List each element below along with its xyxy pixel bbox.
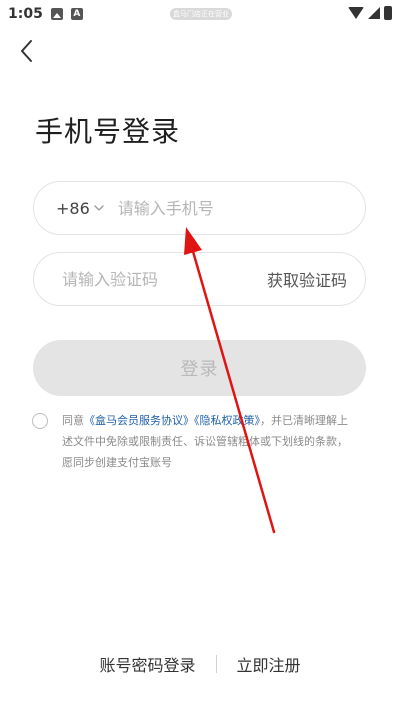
agree-checkbox[interactable] [32, 413, 48, 429]
image-icon [50, 8, 63, 20]
country-code-label: +86 [56, 198, 90, 218]
login-button[interactable]: 登录 [33, 340, 366, 396]
status-right [348, 6, 392, 20]
privacy-policy-link[interactable]: 《隐私权政策》 [194, 414, 260, 427]
a-icon: A [70, 8, 83, 20]
phone-input[interactable] [115, 192, 320, 224]
back-button[interactable] [12, 36, 42, 66]
wifi-icon [348, 7, 364, 19]
agreement: 同意《盒马会员服务协议》《隐私权政策》，并已清晰理解上述文件中免除或限制责任、诉… [32, 410, 368, 473]
status-left: 1:05 A [8, 6, 83, 22]
register-link[interactable]: 立即注册 [237, 652, 301, 676]
country-code-selector[interactable]: +86 [56, 199, 104, 218]
status-time: 1:05 [8, 6, 43, 22]
service-agreement-link[interactable]: 《盒马会员服务协议》 [84, 414, 194, 427]
code-field: 获取验证码 [33, 252, 366, 306]
chevron-down-icon [94, 205, 104, 211]
password-login-link[interactable]: 账号密码登录 [99, 652, 195, 676]
page-title: 手机号登录 [35, 115, 181, 148]
bottom-divider [215, 655, 217, 673]
bottom-links: 账号密码登录 立即注册 [0, 652, 400, 676]
agreement-prefix: 同意 [62, 414, 84, 427]
phone-field: +86 [33, 181, 366, 235]
signal-icon [368, 7, 380, 19]
status-bar: 1:05 A 盒马门店正在营业 [0, 0, 400, 28]
chevron-left-icon [21, 40, 32, 62]
battery-icon [384, 6, 392, 20]
code-input[interactable] [60, 263, 267, 295]
agreement-text: 同意《盒马会员服务协议》《隐私权政策》，并已清晰理解上述文件中免除或限制责任、诉… [62, 410, 358, 473]
get-code-button[interactable]: 获取验证码 [267, 267, 347, 291]
status-center-pill: 盒马门店正在营业 [170, 8, 232, 20]
